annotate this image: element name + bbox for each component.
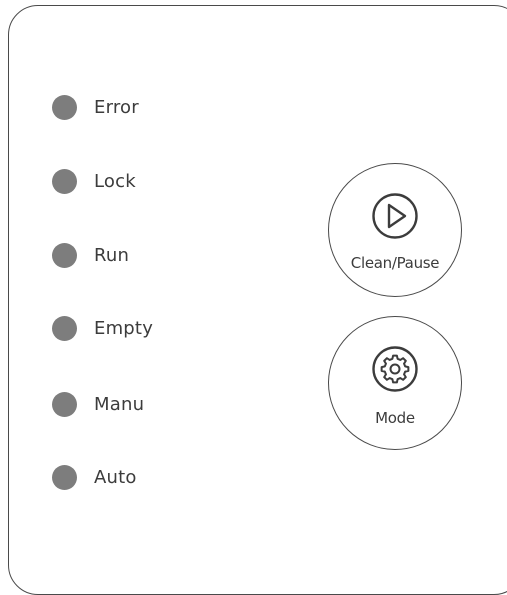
gear-icon [372, 346, 418, 392]
indicator-auto: Auto [52, 464, 137, 490]
indicator-run: Run [52, 242, 129, 268]
mode-button[interactable]: Mode [328, 316, 462, 450]
indicator-label: Lock [94, 170, 136, 192]
indicator-light [52, 242, 77, 268]
indicator-label: Empty [94, 317, 154, 339]
indicator-light [52, 391, 77, 417]
clean-pause-label: Clean/Pause [350, 254, 440, 272]
indicator-light [52, 168, 77, 194]
indicator-light [52, 94, 77, 120]
indicator-manu: Manu [52, 391, 144, 417]
indicator-error: Error [52, 94, 139, 120]
play-icon [372, 193, 418, 239]
indicator-label: Manu [94, 393, 145, 415]
indicator-lock: Lock [52, 168, 136, 194]
indicator-label: Auto [94, 466, 137, 488]
indicator-label: Error [94, 96, 139, 118]
indicator-empty: Empty [52, 315, 153, 341]
indicator-light [52, 315, 77, 341]
indicator-label: Run [94, 244, 130, 266]
clean-pause-button[interactable]: Clean/Pause [328, 163, 462, 297]
indicator-light [52, 464, 77, 490]
mode-label: Mode [375, 409, 415, 427]
